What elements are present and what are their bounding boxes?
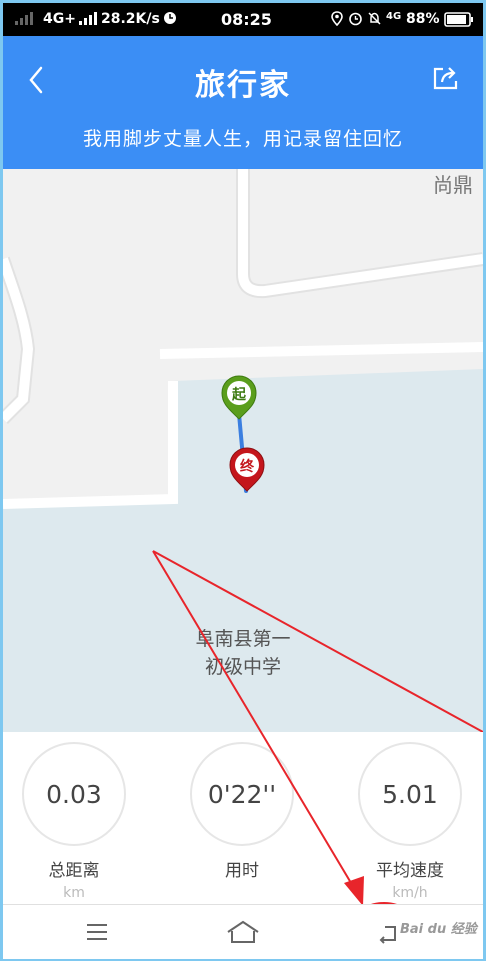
alarm-icon — [348, 11, 363, 30]
battery-icon — [444, 12, 474, 31]
app-header: 旅行家 我用脚步丈量人生，用记录留住回忆 — [3, 36, 483, 169]
stat-distance-value: 0.03 — [22, 742, 126, 846]
battery-percent: 88% — [406, 11, 440, 27]
stat-duration-unit — [190, 885, 294, 903]
stat-duration-label: 用时 — [225, 861, 259, 881]
clock-app-icon — [163, 11, 177, 29]
status-bar: 4G+ 28.2K/s 08:25 4G 88% — [3, 3, 483, 36]
location-icon — [331, 11, 343, 30]
mute-icon — [367, 11, 382, 30]
route-map[interactable]: 起 终 尚鼎 阜南县第一 初级中学 — [3, 169, 483, 732]
network-type-right: 4G — [386, 11, 402, 22]
stat-speed-unit: km/h — [392, 885, 428, 901]
network-type: 4G+ — [43, 11, 76, 27]
start-marker-label: 起 — [231, 386, 247, 403]
signal-icon-2 — [79, 11, 101, 29]
stats-panel: 0.03 总距离 km 0'22'' 用时 5.01 平均速度 km/h — [3, 732, 483, 904]
menu-icon — [87, 924, 107, 940]
school-label-line2: 初级中学 — [204, 656, 281, 678]
network-speed: 28.2K/s — [101, 11, 160, 27]
home-button[interactable] — [224, 917, 264, 947]
stat-distance-unit: km — [63, 885, 85, 901]
school-label-line1: 阜南县第一 — [195, 628, 291, 650]
status-time: 08:25 — [221, 10, 272, 29]
stat-duration: 0'22'' 用时 — [190, 742, 294, 903]
road — [159, 342, 483, 359]
stat-speed: 5.01 平均速度 km/h — [358, 742, 462, 903]
menu-button[interactable] — [79, 917, 119, 947]
stat-speed-value: 5.01 — [358, 742, 462, 846]
share-button[interactable] — [431, 64, 461, 94]
home-icon — [227, 920, 259, 943]
stat-distance-label: 总距离 — [48, 861, 100, 881]
end-marker-label: 终 — [240, 458, 255, 475]
road — [3, 257, 34, 423]
page-subtitle: 我用脚步丈量人生，用记录留住回忆 — [82, 128, 403, 150]
share-icon — [433, 67, 458, 90]
stat-duration-value: 0'22'' — [190, 742, 294, 846]
school-label: 阜南县第一 初级中学 — [3, 625, 483, 681]
stat-distance: 0.03 总距离 km — [22, 742, 126, 903]
watermark: Bai du 经验 — [400, 922, 477, 937]
page-title: 旅行家 — [195, 68, 291, 103]
map-place-label: 尚鼎 — [433, 173, 473, 197]
signal-icon — [15, 11, 39, 29]
stat-speed-label: 平均速度 — [376, 861, 444, 881]
